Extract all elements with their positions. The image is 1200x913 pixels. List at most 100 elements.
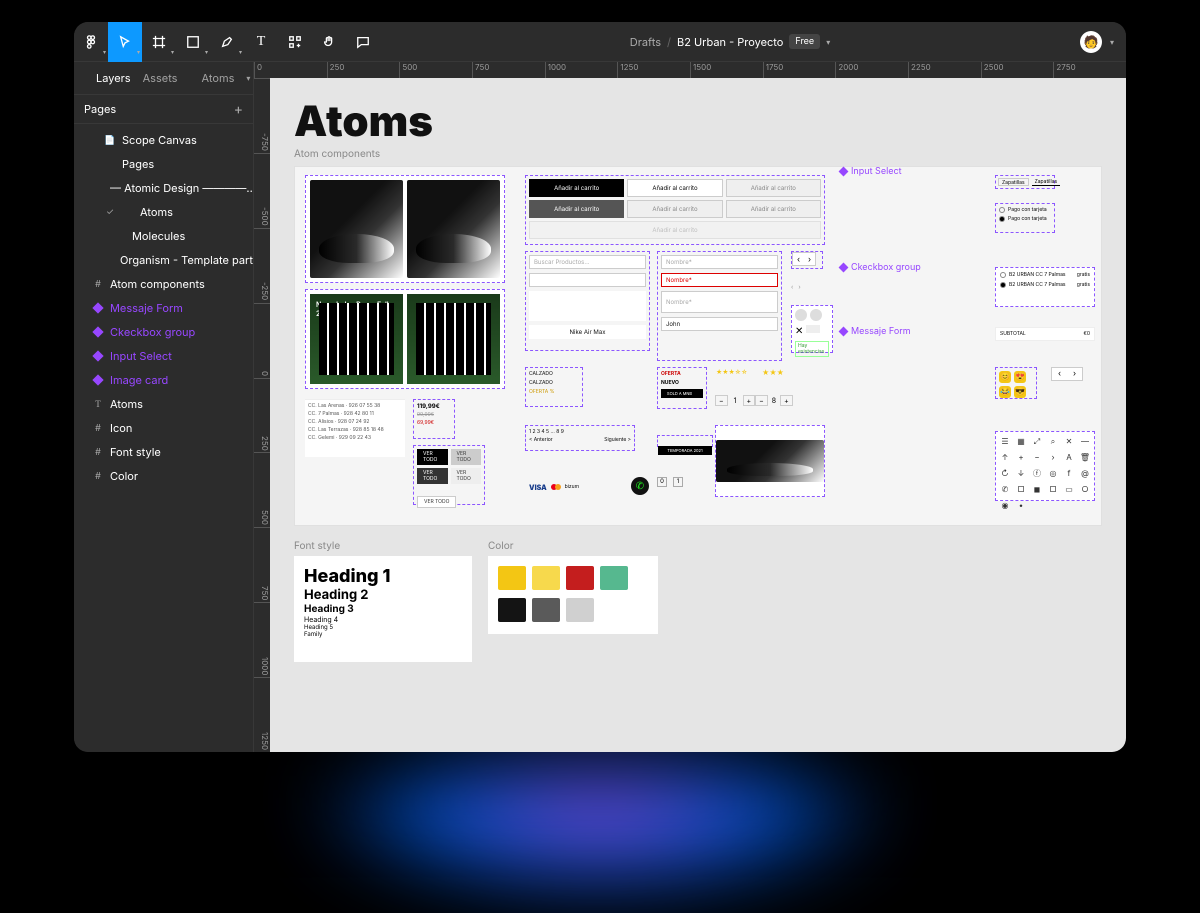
layer-row[interactable]: Ckeckbox group — [74, 320, 253, 344]
comment-tool-button[interactable] — [346, 22, 380, 62]
image-card[interactable] — [305, 175, 505, 283]
pen-tool-button[interactable]: ▾ — [210, 22, 244, 62]
chevron-down-icon[interactable]: ▾ — [826, 37, 830, 47]
add-cart-button-light[interactable]: Añadir al carrito — [627, 179, 722, 197]
image-card[interactable] — [715, 425, 825, 497]
layer-row[interactable]: Pages — [74, 152, 253, 176]
page-selector[interactable]: Atoms — [202, 71, 235, 85]
color-swatch[interactable] — [566, 598, 594, 622]
radio-icon[interactable] — [1000, 272, 1006, 278]
color-swatch[interactable] — [600, 566, 628, 590]
category-link[interactable]: OFERTA % — [529, 389, 579, 395]
chip[interactable] — [806, 325, 820, 333]
add-cart-button[interactable]: Añadir al carrito — [726, 200, 821, 218]
font-style-frame[interactable]: Heading 1 Heading 2 Heading 3 Heading 4 … — [294, 556, 472, 662]
name-input[interactable]: Nombre* — [661, 291, 778, 313]
add-page-button[interactable]: + — [234, 101, 243, 118]
icon-buttons[interactable]: ✕ Hay existencias — [791, 305, 833, 353]
page-numbers[interactable]: 1 2 3 4 5 ... 8 9 — [529, 429, 631, 435]
name-input[interactable]: Nombre* — [661, 255, 778, 269]
shipping-option[interactable]: B2 URBAN CC 7 Palmas — [1009, 282, 1066, 288]
radio-checked-icon[interactable] — [1000, 282, 1006, 288]
layer-row[interactable]: 📄Scope Canvas — [74, 128, 253, 152]
tag[interactable]: Zapatillas — [998, 178, 1029, 186]
menu-button[interactable]: ▾ — [74, 22, 108, 62]
view-all-button[interactable]: VER TODO — [417, 468, 448, 484]
radio-icon[interactable] — [999, 207, 1005, 213]
add-cart-button-muted[interactable]: Añadir al carrito — [726, 179, 821, 197]
color-swatch[interactable] — [498, 598, 526, 622]
nav-arrows[interactable]: ‹› — [791, 251, 823, 269]
text-tool-button[interactable]: T — [244, 22, 278, 62]
image-card[interactable]: Novedades Puma Fall 2021 — [305, 289, 505, 389]
layer-row[interactable]: Messaje Form — [74, 296, 253, 320]
layer-row[interactable]: #Font style — [74, 440, 253, 464]
whatsapp-icon[interactable]: ✆ — [631, 477, 649, 495]
prev-link[interactable]: < Anterior — [529, 437, 553, 443]
payment-radio[interactable]: Pago con tarjeta Pago con tarjeta — [995, 203, 1055, 233]
layer-row[interactable]: Image card — [74, 368, 253, 392]
view-all-button[interactable]: VER TODO — [451, 449, 482, 465]
quantity-stepper[interactable]: −1+−8+ — [715, 393, 767, 407]
shipping-option[interactable]: B2 URBAN CC 7 Palmas — [1009, 272, 1066, 278]
nav-arrows[interactable]: ‹ › — [791, 273, 823, 285]
color-swatch[interactable] — [566, 566, 594, 590]
radio-checked-icon[interactable] — [999, 216, 1005, 222]
layer-row[interactable]: TAtoms — [74, 392, 253, 416]
frame-tool-button[interactable]: ▾ — [142, 22, 176, 62]
layer-row[interactable]: Organism - Template parts — [74, 248, 253, 272]
color-swatch[interactable] — [532, 598, 560, 622]
product-link[interactable]: Nike Air Max — [529, 325, 646, 339]
next-link[interactable]: Siguiente > — [604, 437, 631, 443]
circle-button[interactable] — [810, 309, 822, 321]
tab-assets[interactable]: Assets — [143, 71, 178, 85]
canvas[interactable]: 0250500750100012501500175020002250250027… — [254, 62, 1126, 752]
text-input-variants[interactable]: Nombre* Nombre* Nombre* John — [657, 251, 782, 361]
pagination[interactable]: 1 2 3 4 5 ... 8 9 < Anterior Siguiente > — [525, 425, 635, 451]
color-swatch[interactable] — [498, 566, 526, 590]
arrow-left-icon[interactable]: ‹ — [793, 253, 804, 265]
shape-tool-button[interactable]: ▾ — [176, 22, 210, 62]
layer-row[interactable]: ✓Atoms — [74, 200, 253, 224]
button-variants[interactable]: Añadir al carritoAñadir al carritoAñadir… — [525, 175, 825, 245]
layer-row[interactable]: #Atom components — [74, 272, 253, 296]
name-input-filled[interactable]: John — [661, 317, 778, 331]
breadcrumb-project[interactable]: B2 Urban - Proyecto — [677, 35, 783, 49]
layer-row[interactable]: — Atomic Design ————... — [74, 176, 253, 200]
plus-button[interactable]: + — [743, 395, 756, 406]
name-input-error[interactable]: Nombre* — [661, 273, 778, 287]
view-all-button[interactable]: VER TODO — [417, 449, 448, 465]
tag[interactable]: Zapatillas — [1032, 178, 1061, 186]
shipping-options[interactable]: B2 URBAN CC 7 Palmasgratis B2 URBAN CC 7… — [995, 267, 1095, 307]
add-cart-button-grey[interactable]: Añadir al carrito — [529, 200, 624, 218]
search-input[interactable]: Buscar Productos... — [529, 255, 646, 269]
category-link[interactable]: CALZADO — [529, 380, 579, 386]
layer-row[interactable]: Molecules — [74, 224, 253, 248]
nav-arrows[interactable]: ‹› — [1051, 367, 1083, 381]
cta-button-variants[interactable]: VER TODOVER TODO VER TODOVER TODO VER TO… — [413, 445, 485, 505]
breadcrumb-drafts[interactable]: Drafts — [630, 35, 661, 49]
add-cart-button-dark[interactable]: Añadir al carrito — [529, 179, 624, 197]
minus-button[interactable]: − — [715, 395, 728, 406]
color-swatch[interactable] — [532, 566, 560, 590]
close-icon[interactable]: ✕ — [795, 325, 803, 337]
view-all-button[interactable]: VER TODO — [451, 468, 482, 484]
add-cart-button[interactable]: Añadir al carrito — [627, 200, 722, 218]
search-input-variants[interactable]: Buscar Productos... Nike Air Max — [525, 251, 650, 351]
layer-row[interactable]: #Color — [74, 464, 253, 488]
category-link[interactable]: CALZADO — [529, 371, 579, 377]
avatar[interactable]: 🧑 — [1080, 31, 1102, 53]
layer-row[interactable]: Input Select — [74, 344, 253, 368]
hand-tool-button[interactable] — [312, 22, 346, 62]
move-tool-button[interactable]: ▾ — [108, 22, 142, 62]
resources-button[interactable] — [278, 22, 312, 62]
chevron-down-icon[interactable]: ▾ — [1110, 37, 1114, 47]
circle-button[interactable] — [795, 309, 807, 321]
atom-components-frame[interactable]: Novedades Puma Fall 2021 Añadir al carri… — [294, 166, 1102, 526]
layer-row[interactable]: #Icon — [74, 416, 253, 440]
arrow-right-icon[interactable]: › — [804, 253, 815, 265]
search-input[interactable] — [529, 273, 646, 287]
tab-layers[interactable]: Layers — [96, 71, 131, 85]
color-frame[interactable] — [488, 556, 658, 634]
view-all-button[interactable]: VER TODO — [417, 496, 456, 508]
